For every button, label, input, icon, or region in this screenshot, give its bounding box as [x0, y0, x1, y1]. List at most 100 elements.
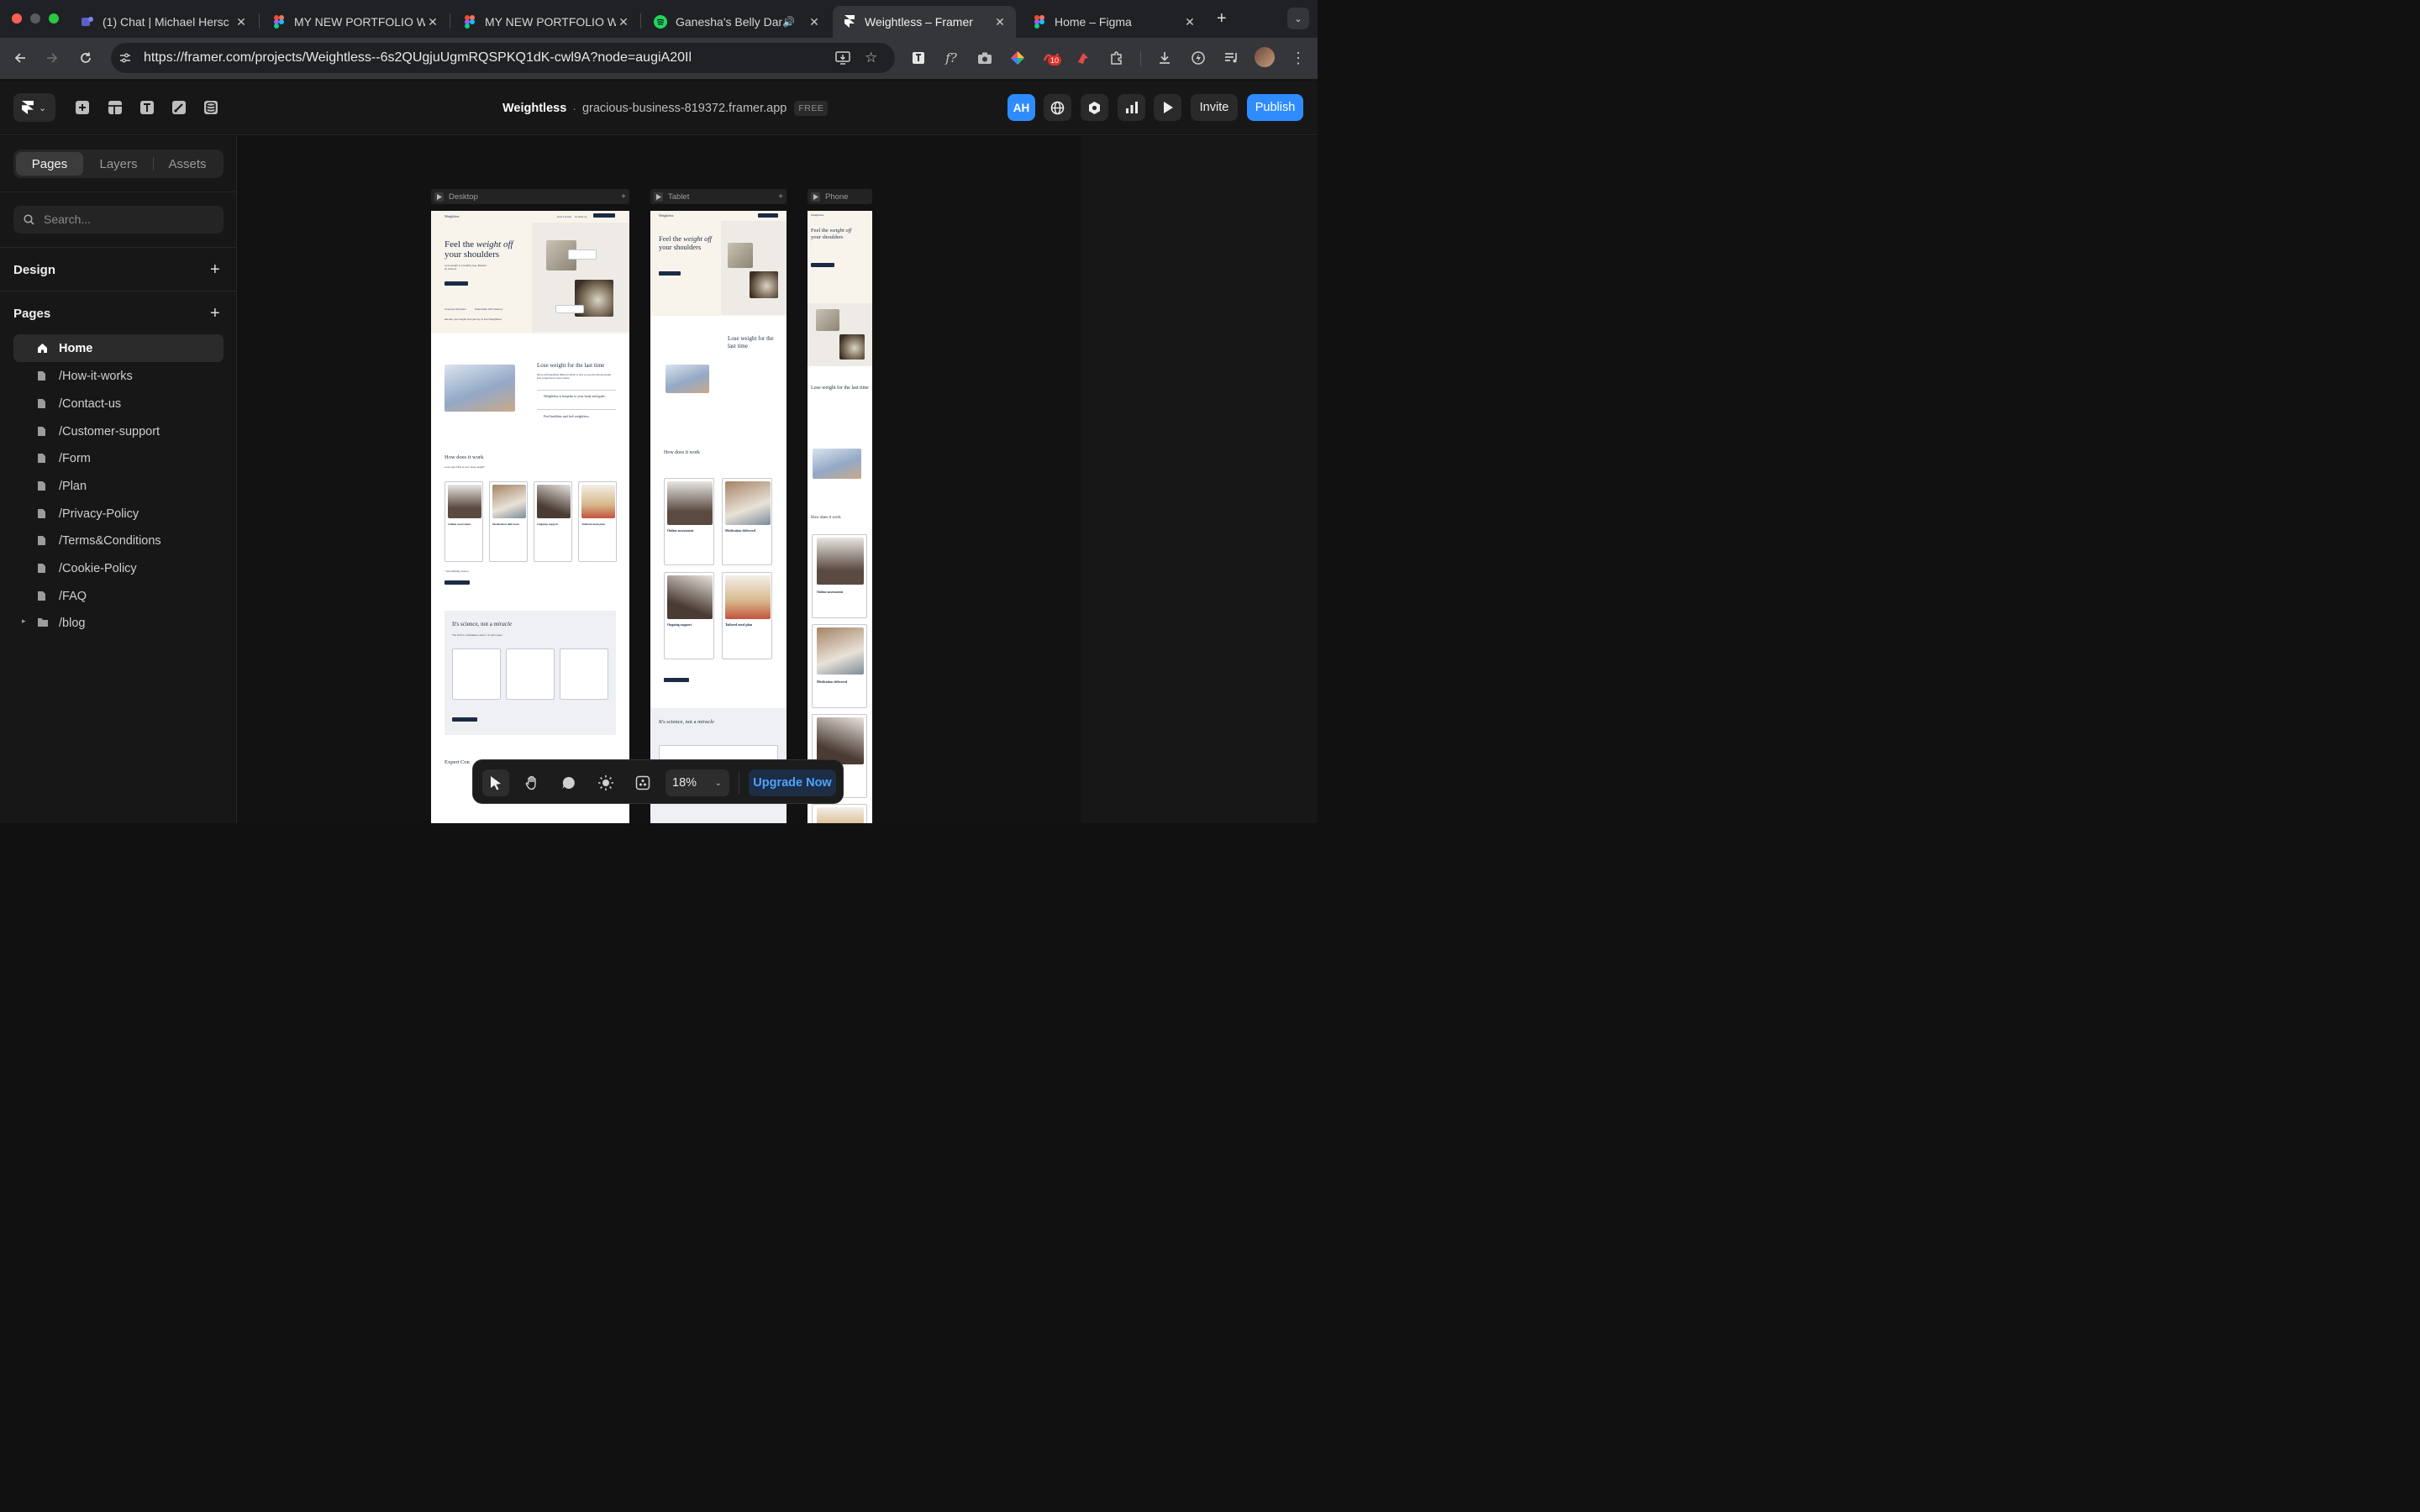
tablet-frame[interactable]: Weightless Feel the weight off your shoul… [650, 211, 786, 823]
section-title: Lose weight for the last time [537, 362, 605, 369]
step-card: Ongoing support [534, 481, 572, 562]
bookmark-star-icon[interactable]: ☆ [865, 50, 877, 66]
performance-icon[interactable] [1188, 48, 1208, 68]
page-item-home[interactable]: Home [13, 334, 224, 362]
install-app-icon[interactable] [835, 50, 850, 66]
canvas-toolbar: 18% ⌄ Upgrade Now [472, 759, 844, 804]
tab-search-button[interactable]: ⌄ [1287, 8, 1309, 29]
color-extension-icon[interactable] [1007, 48, 1028, 68]
browser-tab[interactable]: (1) Chat | Michael Hersc ✕ [71, 6, 257, 38]
breakpoint-header-tablet[interactable]: Tablet + [650, 189, 786, 204]
tab-pages[interactable]: Pages [16, 152, 83, 176]
breakpoint-header-phone[interactable]: Phone [808, 189, 872, 204]
analytics-icon[interactable] [1118, 94, 1145, 121]
site-nav-link: Contact us [575, 215, 587, 218]
components-icon[interactable] [629, 769, 656, 796]
camera-extension-icon[interactable] [975, 48, 995, 68]
insert-icon[interactable] [74, 99, 91, 116]
media-controls-icon[interactable] [1221, 48, 1241, 68]
science-subtitle: The GLP-1 medications work in 3 main way… [452, 633, 503, 637]
page-item[interactable]: /Form [13, 444, 224, 472]
site-settings-globe-icon[interactable] [1044, 94, 1071, 121]
zoom-select[interactable]: 18% ⌄ [666, 769, 729, 796]
browser-menu-icon[interactable]: ⋮ [1288, 48, 1308, 68]
design-canvas[interactable]: Desktop + Tablet + Phone Weightless How … [238, 136, 1081, 823]
tab-layers[interactable]: Layers [84, 152, 153, 176]
browser-tab-active[interactable]: Weightless – Framer ✕ [833, 6, 1016, 38]
reload-icon[interactable] [76, 48, 96, 68]
breakpoint-header-desktop[interactable]: Desktop + [431, 189, 629, 204]
add-design-icon[interactable]: + [210, 261, 220, 278]
expand-arrow-icon[interactable]: ▸ [22, 617, 26, 626]
project-name: Weightless [502, 102, 567, 115]
page-item[interactable]: /FAQ [13, 582, 224, 610]
page-item[interactable]: /Terms&Conditions [13, 527, 224, 554]
text-tool-icon[interactable] [139, 99, 155, 116]
close-tab-icon[interactable]: ✕ [425, 15, 440, 29]
desktop-frame[interactable]: Weightless How it works Contact us Feel … [431, 211, 629, 823]
browser-tab[interactable]: MY NEW PORTFOLIO W ✕ [262, 6, 449, 38]
tab-assets[interactable]: Assets [154, 152, 221, 176]
add-page-icon[interactable]: + [210, 305, 220, 322]
add-breakpoint-icon[interactable]: + [778, 192, 783, 202]
browser-tab[interactable]: MY NEW PORTFOLIO W ✕ [453, 6, 639, 38]
site-cta-button [593, 213, 615, 218]
search-field[interactable]: Search... [13, 206, 224, 234]
play-icon[interactable] [654, 192, 663, 202]
close-window-button[interactable] [12, 13, 22, 24]
site-settings-icon[interactable] [118, 51, 132, 65]
vector-tool-icon[interactable] [171, 99, 187, 116]
select-tool-icon[interactable] [482, 769, 509, 796]
expert-title: Expert Con [445, 759, 470, 765]
badge-count: 10 [1048, 55, 1062, 66]
minimize-window-button[interactable] [30, 13, 40, 24]
preview-play-icon[interactable] [1154, 94, 1181, 121]
play-icon[interactable] [434, 192, 444, 202]
page-label: /How-it-works [59, 369, 133, 383]
invite-button[interactable]: Invite [1191, 94, 1238, 121]
bird-extension-icon[interactable] [1073, 48, 1093, 68]
theme-toggle-icon[interactable] [592, 769, 619, 796]
hand-tool-icon[interactable] [518, 769, 545, 796]
formula-extension-icon[interactable]: f? [941, 48, 961, 68]
page-item[interactable]: /Contact-us [13, 390, 224, 417]
page-label: /Contact-us [59, 396, 122, 411]
new-tab-icon[interactable]: + [1217, 9, 1227, 29]
play-icon[interactable] [811, 192, 820, 202]
close-tab-icon[interactable]: ✕ [1182, 15, 1197, 29]
step-title: Tailored meal plan [725, 622, 753, 627]
close-tab-icon[interactable]: ✕ [616, 15, 631, 29]
page-item[interactable]: /Plan [13, 472, 224, 500]
close-tab-icon[interactable]: ✕ [234, 15, 249, 29]
page-item[interactable]: /Privacy-Policy [13, 500, 224, 528]
close-tab-icon[interactable]: ✕ [807, 15, 822, 29]
browser-tab[interactable]: Home – Figma ✕ [1023, 6, 1206, 38]
extension-icon[interactable] [908, 48, 929, 68]
profile-avatar[interactable] [1255, 47, 1275, 67]
page-item[interactable]: /Cookie-Policy [13, 554, 224, 582]
publish-button[interactable]: Publish [1247, 94, 1303, 121]
phone-frame[interactable]: Weightless Feel the weight off your shoul… [808, 211, 872, 823]
project-title-group[interactable]: Weightless · gracious-business-819372.fr… [502, 101, 829, 116]
page-item[interactable]: /Customer-support [13, 417, 224, 445]
puzzle-extensions-icon[interactable] [1107, 48, 1127, 68]
maximize-window-button[interactable] [49, 13, 59, 24]
downloads-icon[interactable] [1155, 48, 1175, 68]
settings-hex-icon[interactable] [1081, 94, 1108, 121]
layout-icon[interactable] [107, 99, 124, 116]
add-breakpoint-icon[interactable]: + [621, 192, 626, 202]
upgrade-now-button[interactable]: Upgrade Now [749, 769, 836, 796]
framer-main-menu[interactable]: ⌄ [13, 93, 55, 122]
address-bar[interactable]: https://framer.com/projects/Weightless--… [111, 43, 895, 73]
close-tab-icon[interactable]: ✕ [992, 15, 1007, 29]
user-avatar[interactable]: AH [1007, 94, 1035, 121]
comment-tool-icon[interactable] [555, 769, 582, 796]
back-icon[interactable] [10, 48, 30, 68]
notifications-extension-icon[interactable]: 10 [1041, 48, 1062, 68]
speaker-icon[interactable]: 🔊 [782, 16, 795, 28]
page-item[interactable]: /How-it-works [13, 362, 224, 390]
page-folder-blog[interactable]: ▸ /blog [13, 609, 224, 637]
forward-icon[interactable] [42, 48, 62, 68]
cms-icon[interactable] [203, 99, 219, 116]
browser-tab[interactable]: Ganesha's Belly Dan 🔊 ✕ [644, 6, 830, 38]
